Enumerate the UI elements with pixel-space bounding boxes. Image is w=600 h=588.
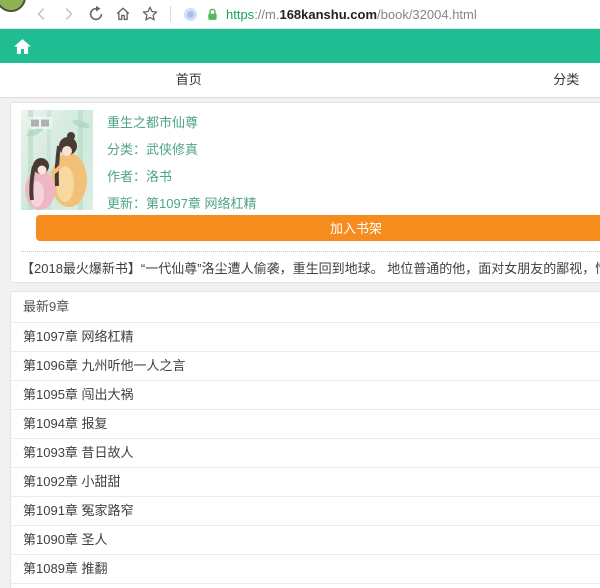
book-latest-chapter: 第1097章 网络杠精 bbox=[146, 196, 257, 211]
dotted-divider bbox=[21, 251, 600, 252]
chapter-item[interactable]: 第1094章 报复 bbox=[11, 410, 600, 439]
url-scheme: https bbox=[226, 7, 254, 22]
browser-window: https://m.168kanshu.com/book/32004.html … bbox=[0, 0, 600, 588]
book-cover[interactable] bbox=[21, 110, 93, 210]
chapter-item[interactable]: 第1096章 九州听他一人之言 bbox=[11, 352, 600, 381]
book-category-line: 分类：武侠修真 bbox=[107, 139, 257, 153]
book-info: 重生之都市仙尊 分类：武侠修真 作者：洛书 更新：第1097章 网络杠精 bbox=[107, 110, 257, 210]
webpage: 首页 分类 bbox=[0, 29, 600, 588]
browser-toolbar: https://m.168kanshu.com/book/32004.html bbox=[0, 0, 600, 29]
book-author-value: 洛书 bbox=[146, 169, 172, 184]
browser-profile-avatar[interactable] bbox=[0, 0, 26, 12]
book-author-label: 作者： bbox=[107, 169, 146, 184]
book-update-label: 更新： bbox=[107, 196, 146, 211]
url-host-prefix: ://m. bbox=[254, 7, 279, 22]
book-description: 【2018最火爆新书】“一代仙尊”洛尘遭人偷袭，重生回到地球。 地位普通的他，面… bbox=[21, 258, 600, 273]
site-home-icon[interactable] bbox=[13, 38, 32, 55]
toolbar-divider bbox=[170, 6, 171, 22]
back-button[interactable] bbox=[32, 3, 52, 25]
forward-button[interactable] bbox=[58, 3, 78, 25]
book-author-line: 作者：洛书 bbox=[107, 166, 257, 180]
page-body: 重生之都市仙尊 分类：武侠修真 作者：洛书 更新：第1097章 网络杠精 加入书… bbox=[0, 98, 600, 588]
bookmark-button[interactable] bbox=[140, 3, 160, 25]
lock-icon[interactable] bbox=[205, 6, 220, 22]
chapter-list-card: 最新9章 第1097章 网络杠精 第1096章 九州听他一人之言 第1095章 … bbox=[10, 291, 600, 588]
book-cover-art bbox=[21, 110, 93, 210]
nav-item-home[interactable]: 首页 bbox=[0, 63, 378, 97]
book-title: 重生之都市仙尊 bbox=[107, 112, 257, 126]
book-card: 重生之都市仙尊 分类：武侠修真 作者：洛书 更新：第1097章 网络杠精 加入书… bbox=[10, 102, 600, 283]
nav-item-category[interactable]: 分类 bbox=[378, 63, 600, 97]
address-bar[interactable]: https://m.168kanshu.com/book/32004.html bbox=[226, 7, 477, 22]
chapter-item[interactable]: 第1092章 小甜甜 bbox=[11, 468, 600, 497]
star-icon bbox=[141, 5, 159, 23]
chapter-list-header: 最新9章 bbox=[11, 292, 600, 323]
book-update-line: 更新：第1097章 网络杠精 bbox=[107, 193, 257, 207]
chapter-item[interactable]: 第1090章 圣人 bbox=[11, 526, 600, 555]
book-category-label: 分类： bbox=[107, 142, 146, 157]
chevron-right-icon bbox=[60, 6, 76, 22]
home-icon bbox=[114, 5, 132, 23]
top-nav: 首页 分类 bbox=[0, 63, 600, 98]
chapter-item[interactable]: 第1091章 冤家路窄 bbox=[11, 497, 600, 526]
refresh-button[interactable] bbox=[86, 3, 106, 25]
chevron-left-icon bbox=[34, 6, 50, 22]
url-domain: 168kanshu.com bbox=[279, 7, 377, 22]
chapter-item[interactable]: 第1089章 推翻 bbox=[11, 555, 600, 584]
book-category-value: 武侠修真 bbox=[146, 142, 198, 157]
url-path: /book/32004.html bbox=[377, 7, 477, 22]
refresh-icon bbox=[87, 5, 105, 23]
add-to-shelf-button[interactable]: 加入书架 bbox=[36, 215, 600, 241]
chapter-item[interactable]: 第1097章 网络杠精 bbox=[11, 323, 600, 352]
book-main: 重生之都市仙尊 分类：武侠修真 作者：洛书 更新：第1097章 网络杠精 bbox=[21, 110, 600, 210]
site-header bbox=[0, 29, 600, 63]
browser-home-button[interactable] bbox=[113, 3, 133, 25]
site-info-dot-icon[interactable] bbox=[184, 8, 197, 21]
chapter-item[interactable]: 第1093章 昔日故人 bbox=[11, 439, 600, 468]
chapter-item[interactable]: 第1095章 闯出大祸 bbox=[11, 381, 600, 410]
